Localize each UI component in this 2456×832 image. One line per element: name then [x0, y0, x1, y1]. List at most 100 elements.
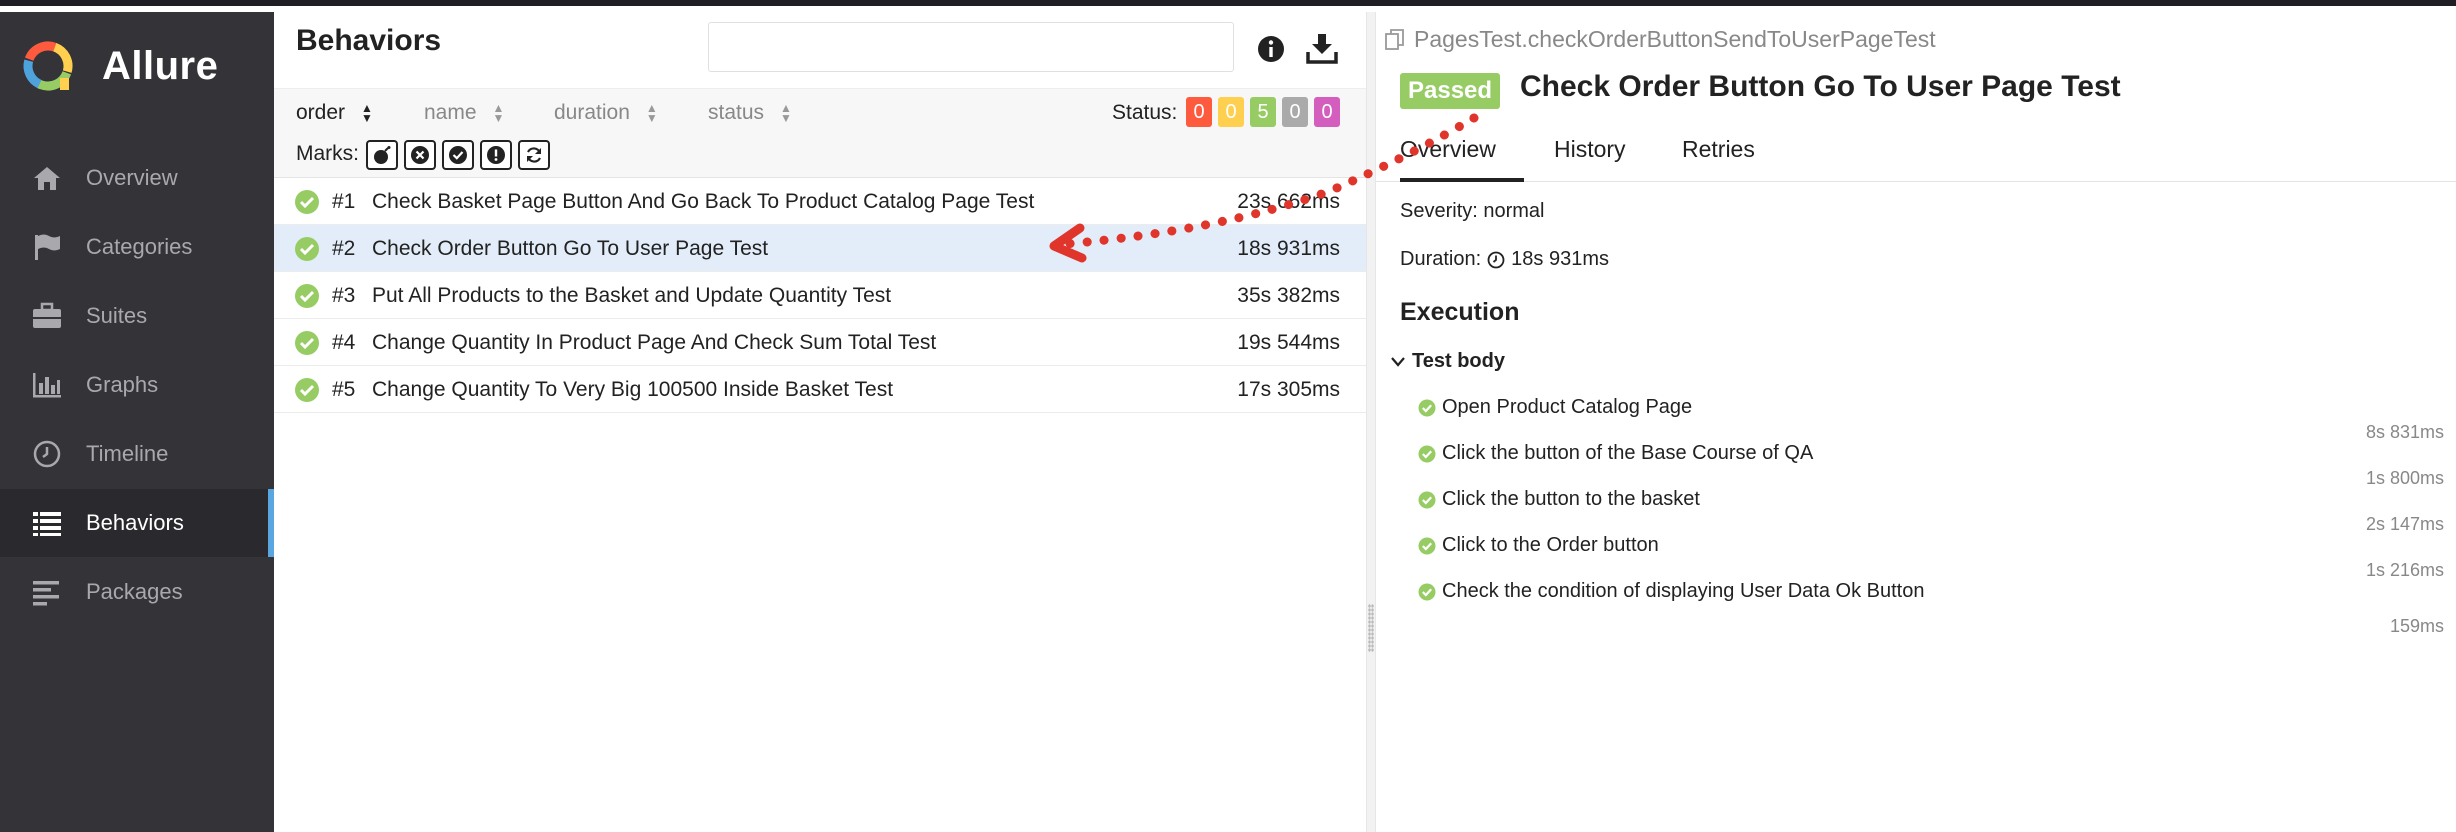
- test-row[interactable]: #3 Put All Products to the Basket and Up…: [274, 272, 1366, 319]
- step-item[interactable]: Check the condition of displaying User D…: [1418, 580, 1924, 603]
- mark-retries-button[interactable]: [518, 140, 550, 170]
- pane-splitter[interactable]: [1366, 12, 1376, 832]
- step-item[interactable]: Click the button to the basket: [1418, 488, 1700, 511]
- copy-icon[interactable]: [1384, 28, 1406, 52]
- mark-new-broken-button[interactable]: [480, 140, 512, 170]
- test-order: #1: [332, 190, 356, 213]
- test-row[interactable]: #5 Change Quantity To Very Big 100500 In…: [274, 366, 1366, 413]
- step-name: Check the condition of displaying User D…: [1442, 580, 1925, 602]
- test-row[interactable]: #4 Change Quantity In Product Page And C…: [274, 319, 1366, 366]
- duration: Duration: 18s 931ms: [1400, 248, 1609, 271]
- sidebar-item-suites[interactable]: Suites: [0, 282, 274, 350]
- refresh-icon: [526, 147, 542, 163]
- status-broken-count[interactable]: 0: [1218, 97, 1244, 127]
- mark-new-failed-button[interactable]: [404, 140, 436, 170]
- clock-icon: [30, 437, 64, 471]
- tab-retries[interactable]: Retries: [1682, 136, 1755, 163]
- status-skipped-count[interactable]: 0: [1282, 97, 1308, 127]
- test-duration: 18s 931ms: [1237, 237, 1340, 260]
- bomb-icon: [374, 146, 391, 164]
- allure-logo-icon: [23, 41, 73, 91]
- mark-new-passed-button[interactable]: [442, 140, 474, 170]
- detail-tabs: Overview History Retries: [1376, 122, 2456, 182]
- step-item[interactable]: Click to the Order button: [1418, 534, 1659, 557]
- passed-status-icon: [1418, 583, 1436, 600]
- test-name: Check Basket Page Button And Go Back To …: [372, 190, 1035, 213]
- sort-by-status[interactable]: status ▲ ▼: [708, 101, 792, 125]
- allure-report-window: Allure Overview Categories Suites Graphs…: [0, 0, 2456, 832]
- test-result-panel: PagesTest.checkOrderButtonSendToUserPage…: [1376, 12, 2456, 832]
- passed-status-icon: [295, 190, 319, 214]
- sidebar-item-packages[interactable]: Packages: [0, 558, 274, 626]
- active-tab-indicator: [1400, 178, 1524, 182]
- marks-label: Marks:: [296, 142, 359, 165]
- status-passed-count[interactable]: 5: [1250, 97, 1276, 127]
- test-order: #5: [332, 378, 356, 401]
- sidebar-item-overview[interactable]: Overview: [0, 144, 274, 212]
- list-icon: [30, 506, 64, 540]
- sort-by-order[interactable]: order ▲ ▼: [296, 101, 373, 125]
- test-name: Check Order Button Go To User Page Test: [372, 237, 769, 260]
- severity: Severity: normal: [1400, 200, 1545, 222]
- sidebar-item-timeline[interactable]: Timeline: [0, 420, 274, 488]
- passed-status-icon: [1418, 399, 1436, 416]
- times-circle-icon: [411, 146, 429, 164]
- step-duration: 159ms: [2389, 616, 2444, 636]
- bar-chart-icon: [30, 368, 64, 402]
- sidebar-item-categories[interactable]: Categories: [0, 213, 274, 281]
- home-icon: [30, 161, 64, 195]
- step-name: Open Product Catalog Page: [1442, 396, 1693, 418]
- status-badge: Passed: [1400, 73, 1501, 109]
- align-left-icon: [30, 575, 64, 609]
- duration-value: 18s 931ms: [1511, 248, 1609, 270]
- sidebar-item-graphs[interactable]: Graphs: [0, 351, 274, 419]
- download-icon[interactable]: [1304, 30, 1340, 66]
- status-unknown-count[interactable]: 0: [1314, 97, 1340, 127]
- sort-by-duration[interactable]: duration ▲ ▼: [554, 101, 658, 125]
- passed-status-icon: [295, 284, 319, 308]
- sidebar-item-label: Graphs: [86, 372, 159, 397]
- flag-icon: [30, 230, 64, 264]
- tab-overview[interactable]: Overview: [1400, 136, 1496, 163]
- test-order: #3: [332, 284, 356, 307]
- chevron-down-icon: [1391, 356, 1405, 367]
- test-row[interactable]: #1 Check Basket Page Button And Go Back …: [274, 178, 1366, 225]
- duration-label: Duration:: [1400, 248, 1482, 270]
- marks-bar: Marks:: [274, 134, 1366, 178]
- test-name: Put All Products to the Basket and Updat…: [372, 284, 892, 307]
- info-icon[interactable]: [1254, 32, 1288, 66]
- sort-by-name[interactable]: name ▲ ▼: [424, 101, 504, 125]
- step-name: Click the button of the Base Course of Q…: [1442, 442, 1814, 464]
- sort-label: duration: [554, 101, 630, 124]
- step-item[interactable]: Click the button of the Base Course of Q…: [1418, 442, 1813, 465]
- test-body-label: Test body: [1412, 350, 1505, 372]
- app-brand[interactable]: Allure: [102, 44, 218, 89]
- status-filter-label: Status:: [1112, 101, 1178, 124]
- sort-icon: ▲ ▼: [780, 101, 792, 125]
- test-order: #2: [332, 237, 356, 260]
- splitter-grip-icon[interactable]: [1368, 604, 1374, 652]
- tab-history[interactable]: History: [1554, 136, 1626, 163]
- clock-icon: [1487, 251, 1505, 268]
- status-failed-count[interactable]: 0: [1186, 97, 1212, 127]
- test-body-toggle[interactable]: Test body: [1390, 350, 1505, 373]
- test-duration: 17s 305ms: [1237, 378, 1340, 401]
- sort-label: name: [424, 101, 477, 124]
- sidebar-item-label: Timeline: [86, 441, 169, 466]
- passed-status-icon: [1418, 445, 1436, 462]
- step-item[interactable]: Open Product Catalog Page: [1418, 396, 1692, 419]
- briefcase-icon: [30, 299, 64, 333]
- mark-flaky-button[interactable]: [366, 140, 398, 170]
- test-row-selected[interactable]: #2 Check Order Button Go To User Page Te…: [274, 225, 1366, 272]
- sidebar-item-behaviors[interactable]: Behaviors: [0, 489, 274, 557]
- step-duration: 2s 147ms: [2365, 514, 2444, 534]
- passed-status-icon: [1418, 537, 1436, 554]
- passed-status-icon: [295, 331, 319, 355]
- step-duration: 8s 831ms: [2365, 422, 2444, 442]
- check-circle-icon: [449, 146, 467, 164]
- passed-status-icon: [1418, 491, 1436, 508]
- sort-bar: order ▲ ▼ name ▲ ▼ duration ▲ ▼ status ▲ ▼ S…: [274, 88, 1366, 140]
- step-duration: 1s 800ms: [2365, 468, 2444, 488]
- search-input[interactable]: [708, 22, 1234, 72]
- sort-label: order: [296, 101, 346, 124]
